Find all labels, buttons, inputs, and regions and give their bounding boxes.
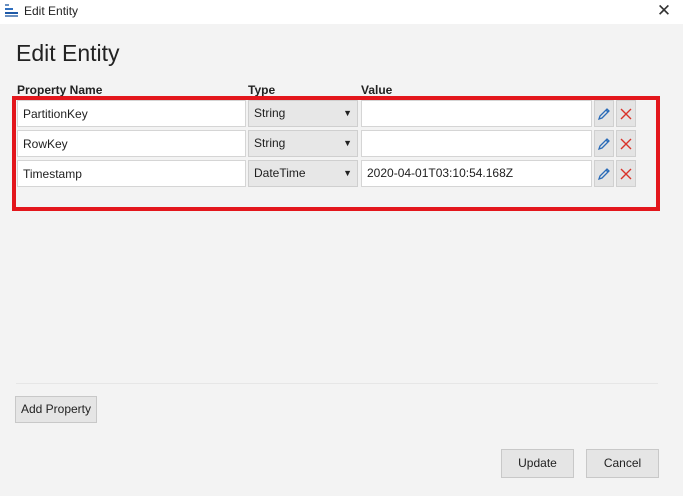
column-header-property-name: Property Name [17, 83, 103, 97]
pencil-icon [597, 167, 610, 180]
page-title: Edit Entity [16, 40, 120, 66]
value-field[interactable] [361, 130, 592, 157]
close-icon [620, 138, 632, 149]
cancel-button[interactable]: Cancel [586, 449, 659, 478]
edit-button[interactable] [594, 160, 614, 187]
type-select[interactable]: String ▼ [248, 130, 358, 157]
type-select[interactable]: DateTime ▼ [248, 160, 358, 187]
chevron-down-icon: ▼ [343, 138, 352, 148]
close-icon [620, 168, 632, 179]
property-row: PartitionKey String ▼ [0, 100, 683, 128]
update-button[interactable]: Update [501, 449, 574, 478]
edit-button[interactable] [594, 100, 614, 127]
chevron-down-icon: ▼ [343, 168, 352, 178]
value-field[interactable]: 2020-04-01T03:10:54.168Z [361, 160, 592, 187]
delete-button[interactable] [616, 160, 636, 187]
column-header-type: Type [248, 83, 276, 97]
add-property-button[interactable]: Add Property [15, 396, 97, 423]
property-name-field[interactable]: Timestamp [17, 160, 246, 187]
edit-button[interactable] [594, 130, 614, 157]
type-select-value: String [254, 136, 286, 150]
value-field[interactable] [361, 100, 592, 127]
type-select-value: String [254, 106, 286, 120]
delete-button[interactable] [616, 130, 636, 157]
column-header-value: Value [361, 83, 393, 97]
close-icon [620, 108, 632, 119]
chevron-down-icon: ▼ [343, 108, 352, 118]
delete-button[interactable] [616, 100, 636, 127]
close-icon[interactable]: ✕ [656, 2, 672, 20]
type-select-value: DateTime [254, 166, 306, 180]
title-bar: Edit Entity ✕ [0, 0, 683, 24]
property-row: RowKey String ▼ [0, 130, 683, 158]
divider [16, 383, 658, 384]
property-name-field[interactable]: PartitionKey [17, 100, 246, 127]
pencil-icon [597, 137, 610, 150]
pencil-icon [597, 107, 610, 120]
table-icon [5, 4, 18, 17]
property-name-field[interactable]: RowKey [17, 130, 246, 157]
type-select[interactable]: String ▼ [248, 100, 358, 127]
property-row: Timestamp DateTime ▼ 2020-04-01T03:10:54… [0, 160, 683, 188]
window-title: Edit Entity [24, 4, 79, 18]
